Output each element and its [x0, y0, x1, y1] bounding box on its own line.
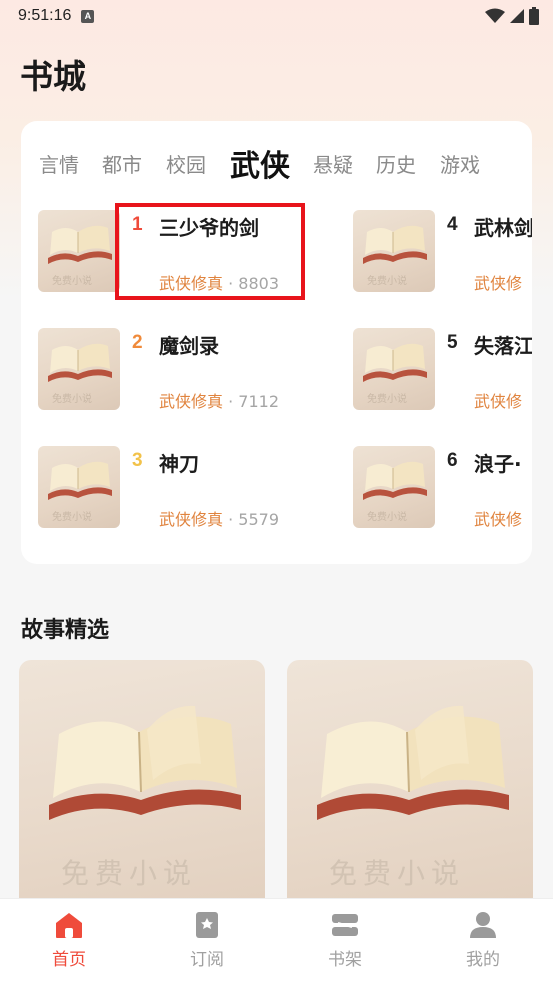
book-cover: 免费小说 — [38, 328, 120, 410]
cover-watermark: 免费小说 — [367, 394, 407, 405]
book-category: 武侠修 — [474, 510, 523, 529]
bookmark-icon — [196, 912, 218, 938]
nav-subscribe[interactable]: 订阅 — [138, 899, 276, 984]
nav-bookshelf[interactable]: 书架 — [276, 899, 414, 984]
category-tabs: 言情 都市 校园 武侠 悬疑 历史 游戏 — [21, 121, 532, 201]
book-meta: 武侠修 — [474, 388, 522, 412]
book-category: 武侠修 — [474, 274, 523, 293]
book-cover: 免费小说 — [38, 446, 120, 528]
cover-watermark: 免费小说 — [52, 394, 92, 405]
book-cover: 免费小说 — [353, 328, 435, 410]
book-title: 浪子· — [474, 452, 522, 476]
nav-profile[interactable]: 我的 — [414, 899, 552, 984]
highlight-box — [115, 203, 305, 300]
nav-label: 书架 — [328, 950, 362, 970]
cover-watermark: 免费小说 — [367, 276, 407, 287]
bottom-nav: 首页 订阅 书架 我的 — [0, 898, 553, 984]
book-title: 神刀 — [159, 452, 199, 476]
nav-home[interactable]: 首页 — [0, 899, 138, 984]
book-meta: 武侠修 — [474, 506, 522, 530]
bookshelf-icon — [332, 914, 358, 936]
tab-xuanyi[interactable]: 悬疑 — [313, 149, 353, 178]
rank-number: 3 — [132, 450, 143, 471]
tab-youxi[interactable]: 游戏 — [440, 149, 480, 178]
book-cover: 免费小说 — [38, 210, 120, 292]
story-card[interactable]: 免费小说 — [287, 660, 533, 910]
story-watermark: 免费小说 — [329, 857, 466, 890]
ranking-item[interactable]: 免费小说 4 武林剑 武侠修 — [353, 210, 532, 294]
rank-number: 2 — [132, 332, 143, 353]
tab-wuxia[interactable]: 武侠 — [230, 141, 290, 185]
book-title: 失落江 — [474, 334, 532, 358]
book-meta: 武侠修 — [474, 270, 522, 294]
tab-lishi[interactable]: 历史 — [376, 149, 416, 178]
tab-xiaoyuan[interactable]: 校园 — [166, 149, 206, 178]
rank-number: 4 — [447, 214, 458, 235]
profile-icon — [470, 912, 496, 938]
cover-watermark: 免费小说 — [367, 512, 407, 523]
book-cover: 免费小说 — [353, 446, 435, 528]
rank-number: 6 — [447, 450, 458, 471]
rank-number: 5 — [447, 332, 458, 353]
book-read-count: 5579 — [238, 510, 280, 529]
book-title: 魔剑录 — [159, 334, 219, 358]
book-meta: 武侠修真 · 7112 — [159, 388, 279, 412]
ranking-item[interactable]: 免费小说 2 魔剑录 武侠修真 · 7112 — [38, 328, 338, 412]
notification-icon: A — [81, 9, 95, 23]
meta-separator: · — [228, 510, 234, 529]
book-category: 武侠修 — [474, 392, 523, 411]
cover-watermark: 免费小说 — [52, 512, 92, 523]
book-read-count: 7112 — [238, 392, 280, 411]
ranking-item[interactable]: 免费小说 3 神刀 武侠修真 · 5579 — [38, 446, 338, 530]
meta-separator: · — [228, 392, 234, 411]
ranking-card: 言情 都市 校园 武侠 悬疑 历史 游戏 免费小说 1 三少爷的剑 武侠修真 ·… — [21, 121, 532, 564]
book-category: 武侠修真 — [159, 392, 224, 411]
wifi-icon — [485, 8, 505, 23]
page-title: 书城 — [20, 57, 86, 96]
nav-label: 首页 — [52, 950, 86, 970]
book-title: 武林剑 — [474, 216, 532, 240]
status-time: 9:51:16 — [18, 7, 72, 24]
ranking-item[interactable]: 免费小说 5 失落江 武侠修 — [353, 328, 532, 412]
battery-icon — [529, 7, 539, 25]
section-title: 故事精选 — [21, 618, 110, 643]
tab-yanqing[interactable]: 言情 — [39, 149, 79, 178]
status-icons — [485, 7, 539, 25]
nav-label: 我的 — [466, 950, 500, 970]
cover-watermark: 免费小说 — [52, 276, 92, 287]
book-cover: 免费小说 — [353, 210, 435, 292]
book-category: 武侠修真 — [159, 510, 224, 529]
tab-dushi[interactable]: 都市 — [102, 149, 142, 178]
ranking-item[interactable]: 免费小说 6 浪子· 武侠修 — [353, 446, 532, 530]
nav-label: 订阅 — [190, 950, 224, 970]
status-bar: 9:51:16 A — [0, 0, 553, 32]
story-card[interactable]: 免费小说 — [19, 660, 265, 910]
book-meta: 武侠修真 · 5579 — [159, 506, 279, 530]
signal-icon — [510, 9, 524, 23]
home-icon — [56, 913, 82, 938]
story-watermark: 免费小说 — [61, 857, 198, 890]
